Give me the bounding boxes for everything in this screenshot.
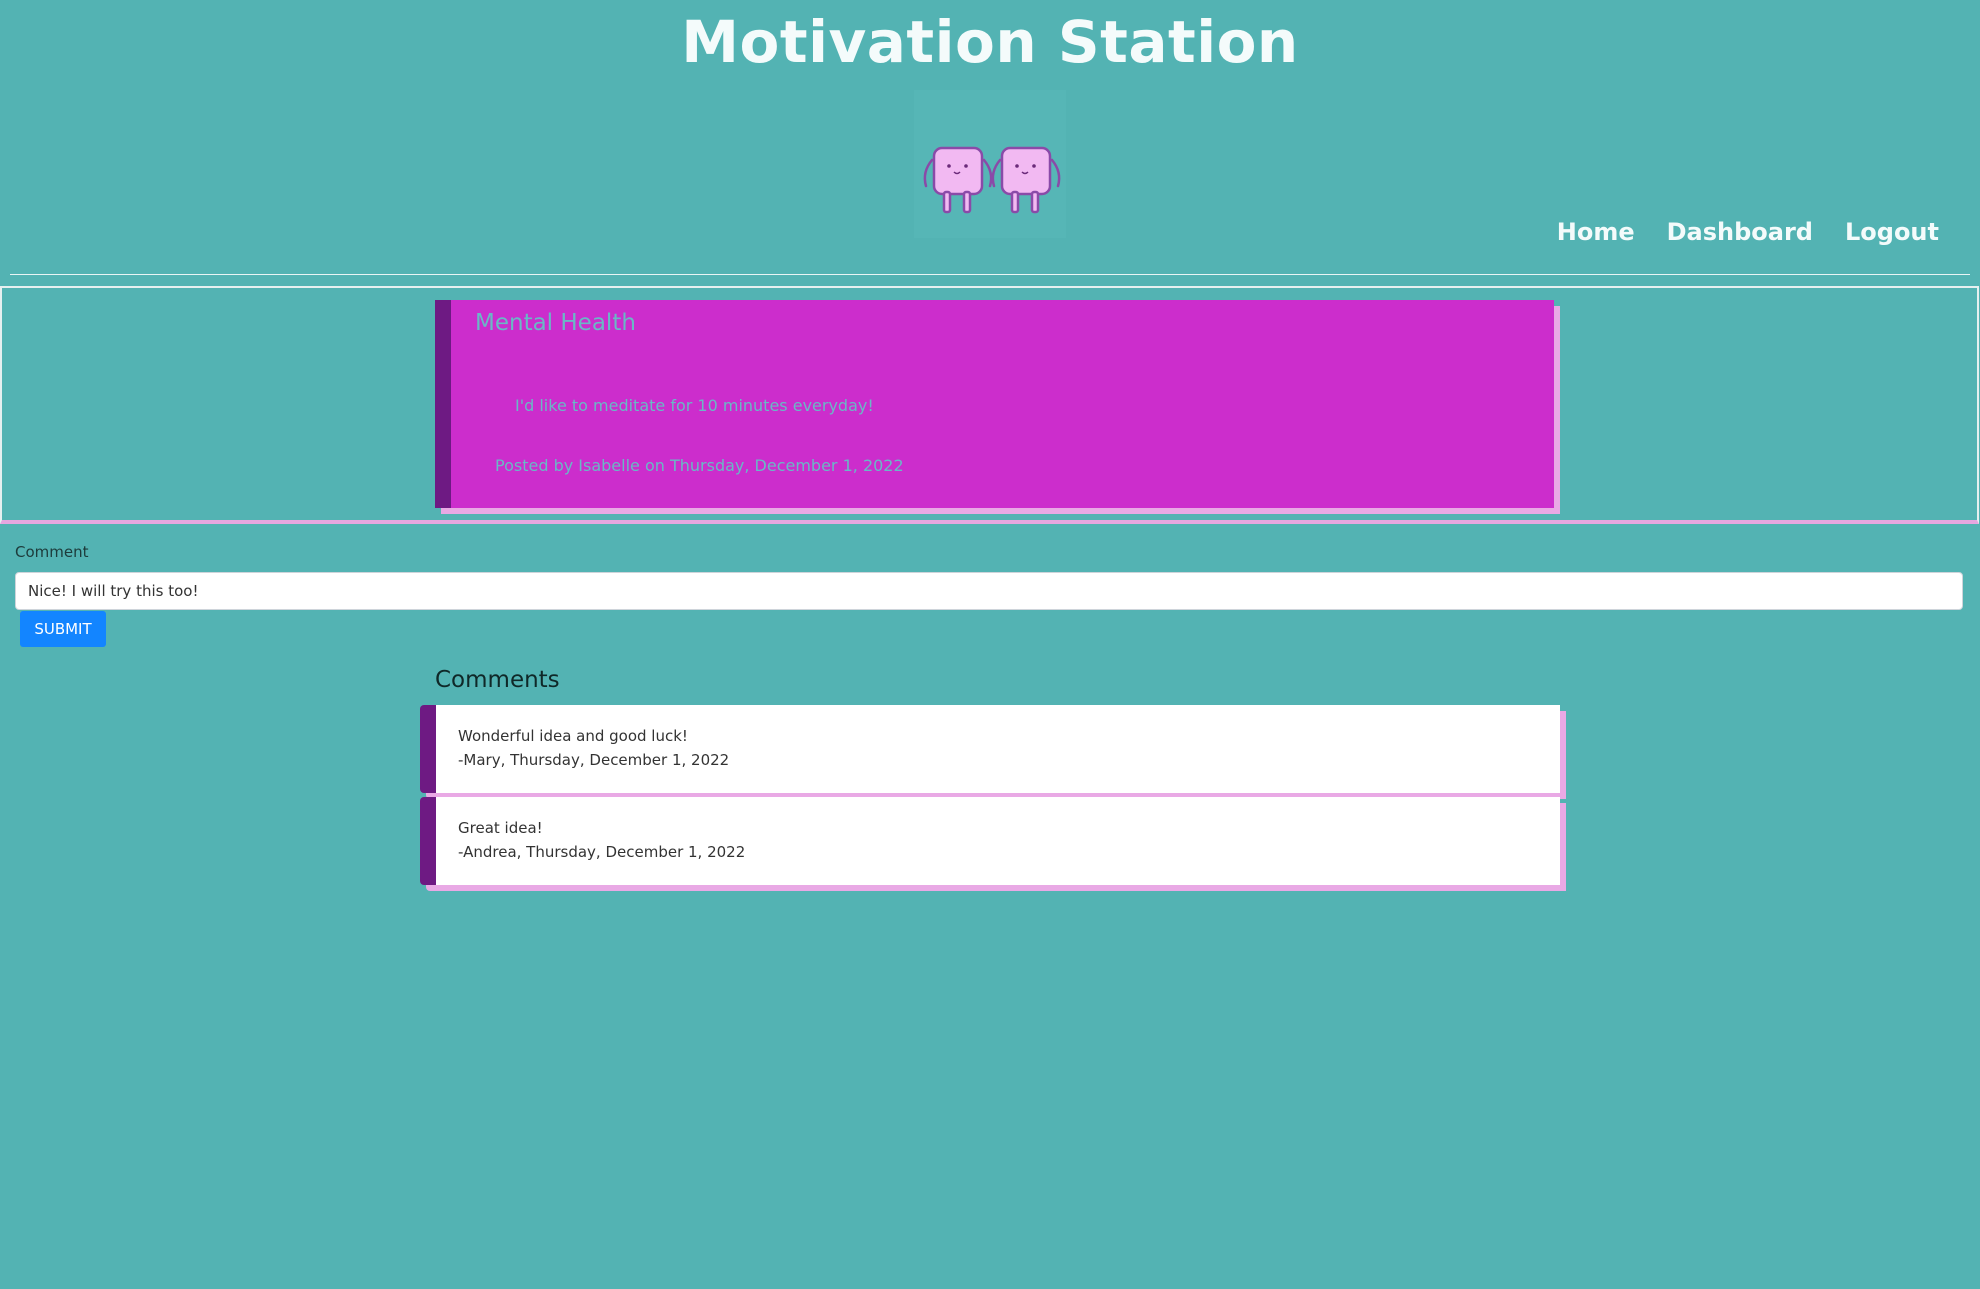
post-meta: Posted by Isabelle on Thursday, December… [495,456,904,475]
post-body: I'd like to meditate for 10 minutes ever… [515,396,874,415]
comment-text: Wonderful idea and good luck! [458,727,688,745]
comment-meta: -Mary, Thursday, December 1, 2022 [458,751,730,769]
header-divider [10,274,1970,275]
comment-input[interactable] [15,572,1963,610]
nav-dashboard-link[interactable]: Dashboard [1667,218,1813,246]
nav-logout-link[interactable]: Logout [1845,218,1939,246]
comment-text: Great idea! [458,819,543,837]
submit-button[interactable]: SUBMIT [20,611,106,647]
post-title: Mental Health [475,310,636,336]
comments-heading: Comments [435,667,560,693]
comment-label: Comment [15,543,89,561]
comment-card: Great idea! -Andrea, Thursday, December … [420,797,1560,885]
site-title: Motivation Station [681,8,1299,76]
main-nav: Home Dashboard Logout [1557,218,1939,246]
comment-card: Wonderful idea and good luck! -Mary, Thu… [420,705,1560,793]
post-card: Mental Health I'd like to meditate for 1… [435,300,1554,508]
mascot-logo [914,90,1066,238]
comment-meta: -Andrea, Thursday, December 1, 2022 [458,843,746,861]
nav-home-link[interactable]: Home [1557,218,1635,246]
post-section: Mental Health I'd like to meditate for 1… [0,286,1979,524]
